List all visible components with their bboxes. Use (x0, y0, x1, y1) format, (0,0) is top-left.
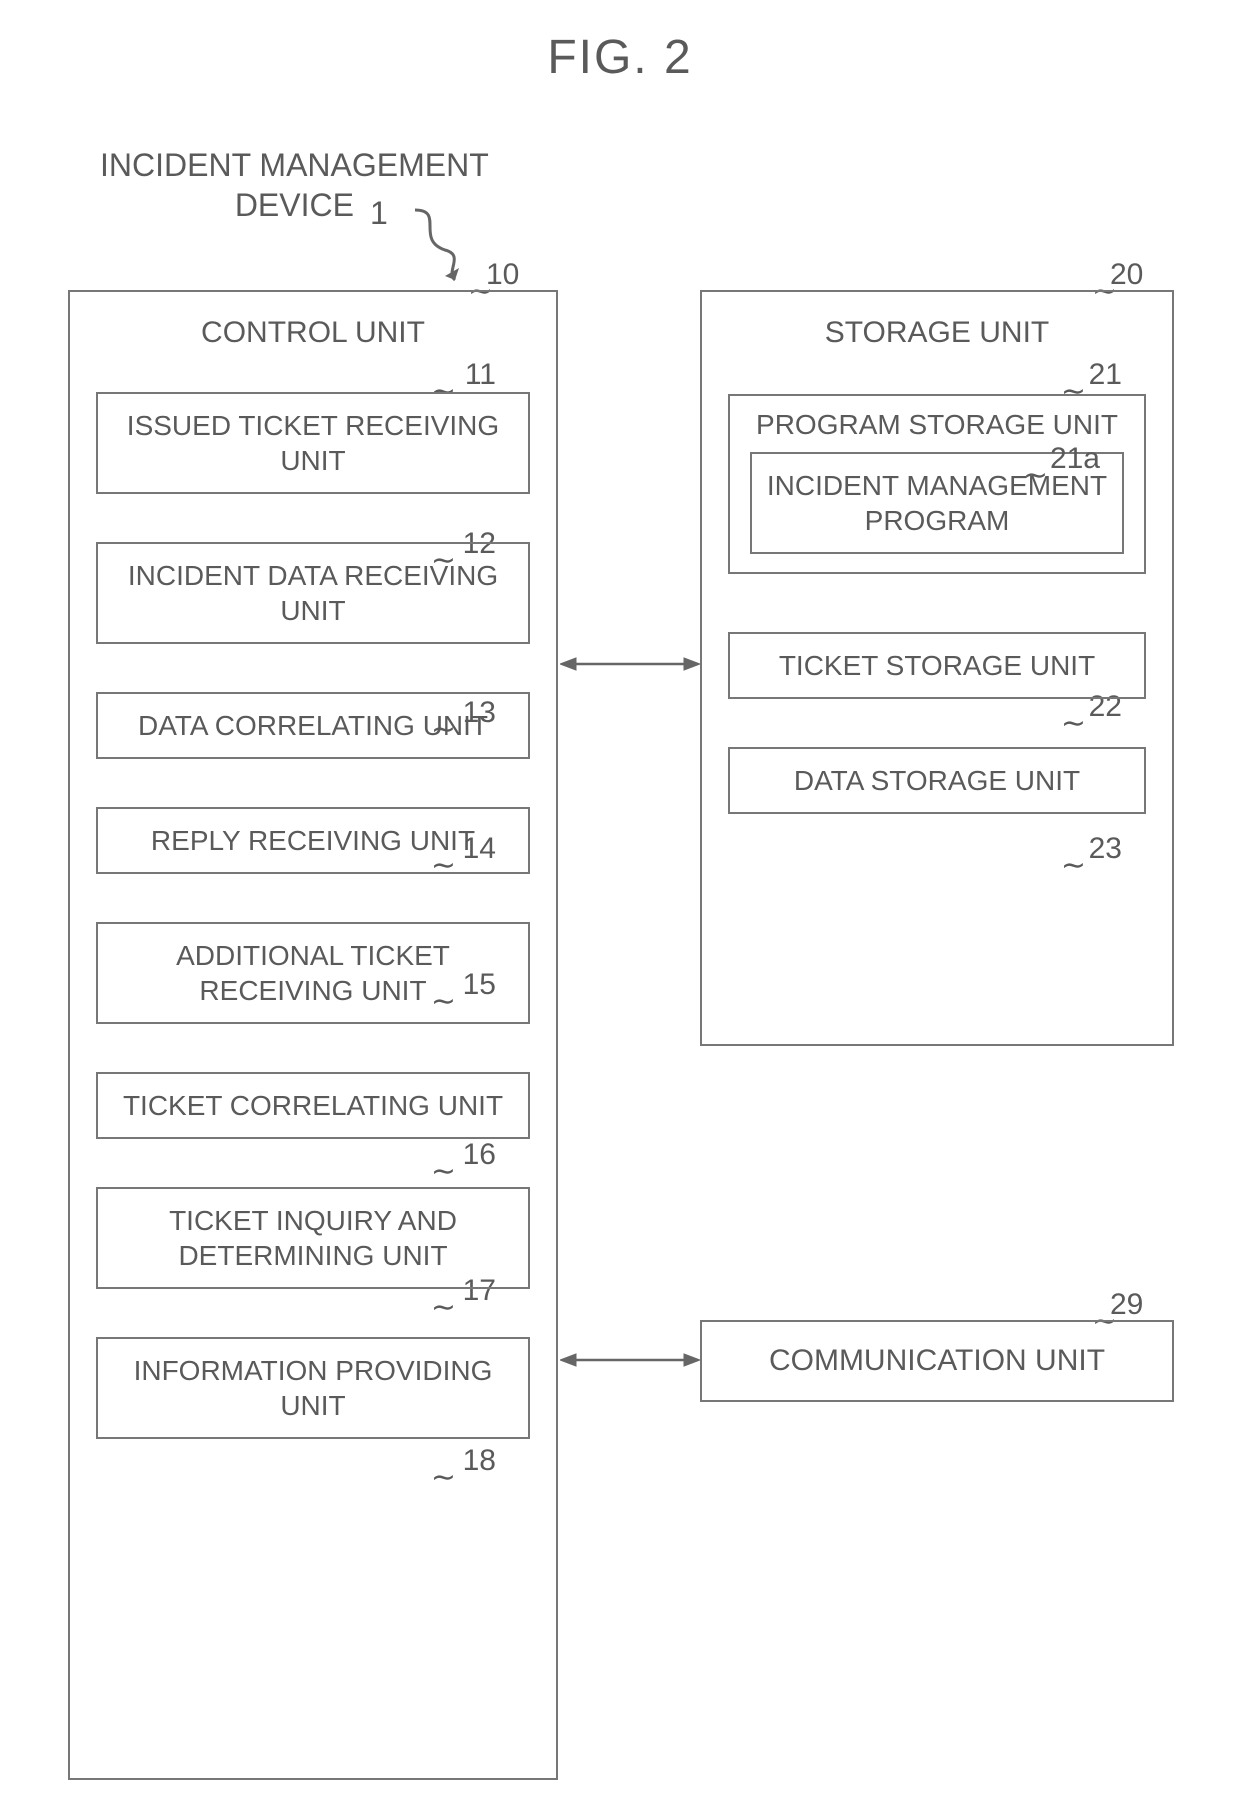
tilde-icon: ∼ (431, 1164, 456, 1179)
data-storage-unit: DATA STORAGE UNIT (728, 747, 1146, 814)
reply-receiving-unit: REPLY RECEIVING UNIT (96, 807, 530, 874)
program-storage-title: PROGRAM STORAGE UNIT (730, 408, 1144, 442)
communication-unit: COMMUNICATION UNIT (700, 1320, 1174, 1402)
device-number: 1 (370, 195, 388, 232)
box-number: 18 (463, 1444, 496, 1478)
information-providing-unit: INFORMATION PROVIDING UNIT (96, 1337, 530, 1439)
control-unit-container: CONTROL UNIT 11 ∼ ISSUED TICKET RECEIVIN… (68, 290, 558, 1780)
box-number: 16 (463, 1138, 496, 1172)
program-storage-unit: PROGRAM STORAGE UNIT 21a ∼ INCIDENT MANA… (728, 394, 1146, 574)
double-arrow-icon (560, 1350, 700, 1370)
ticket-correlating-unit: TICKET CORRELATING UNIT (96, 1072, 530, 1139)
incident-data-receiving-unit: INCIDENT DATA RECEIVING UNIT (96, 542, 530, 644)
ticket-storage-unit: TICKET STORAGE UNIT (728, 632, 1146, 699)
tilde-icon: ∼ (1061, 716, 1086, 731)
figure-title: FIG. 2 (0, 30, 1240, 85)
box-number: 11 (465, 358, 496, 392)
tilde-icon: ∼ (431, 1470, 456, 1485)
device-label-line1: INCIDENT MANAGEMENT (100, 147, 489, 183)
storage-unit-container: STORAGE UNIT 21 ∼ PROGRAM STORAGE UNIT 2… (700, 290, 1174, 1046)
box-number: 21a (1050, 442, 1100, 476)
data-correlating-unit: DATA CORRELATING UNIT (96, 692, 530, 759)
ticket-inquiry-determining-unit: TICKET INQUIRY AND DETERMINING UNIT (96, 1187, 530, 1289)
device-label-line2: DEVICE (235, 187, 354, 223)
tilde-icon: ∼ (1061, 858, 1086, 873)
tilde-icon: ∼ (1023, 468, 1048, 483)
control-unit-title: CONTROL UNIT (70, 316, 556, 350)
storage-unit-title: STORAGE UNIT (702, 316, 1172, 350)
box-number: 21 (1089, 358, 1122, 392)
tilde-icon: ∼ (431, 1300, 456, 1315)
double-arrow-icon (560, 654, 700, 674)
additional-ticket-receiving-unit: ADDITIONAL TICKET RECEIVING UNIT (96, 922, 530, 1024)
box-number: 23 (1089, 832, 1122, 866)
issued-ticket-receiving-unit: ISSUED TICKET RECEIVING UNIT (96, 392, 530, 494)
